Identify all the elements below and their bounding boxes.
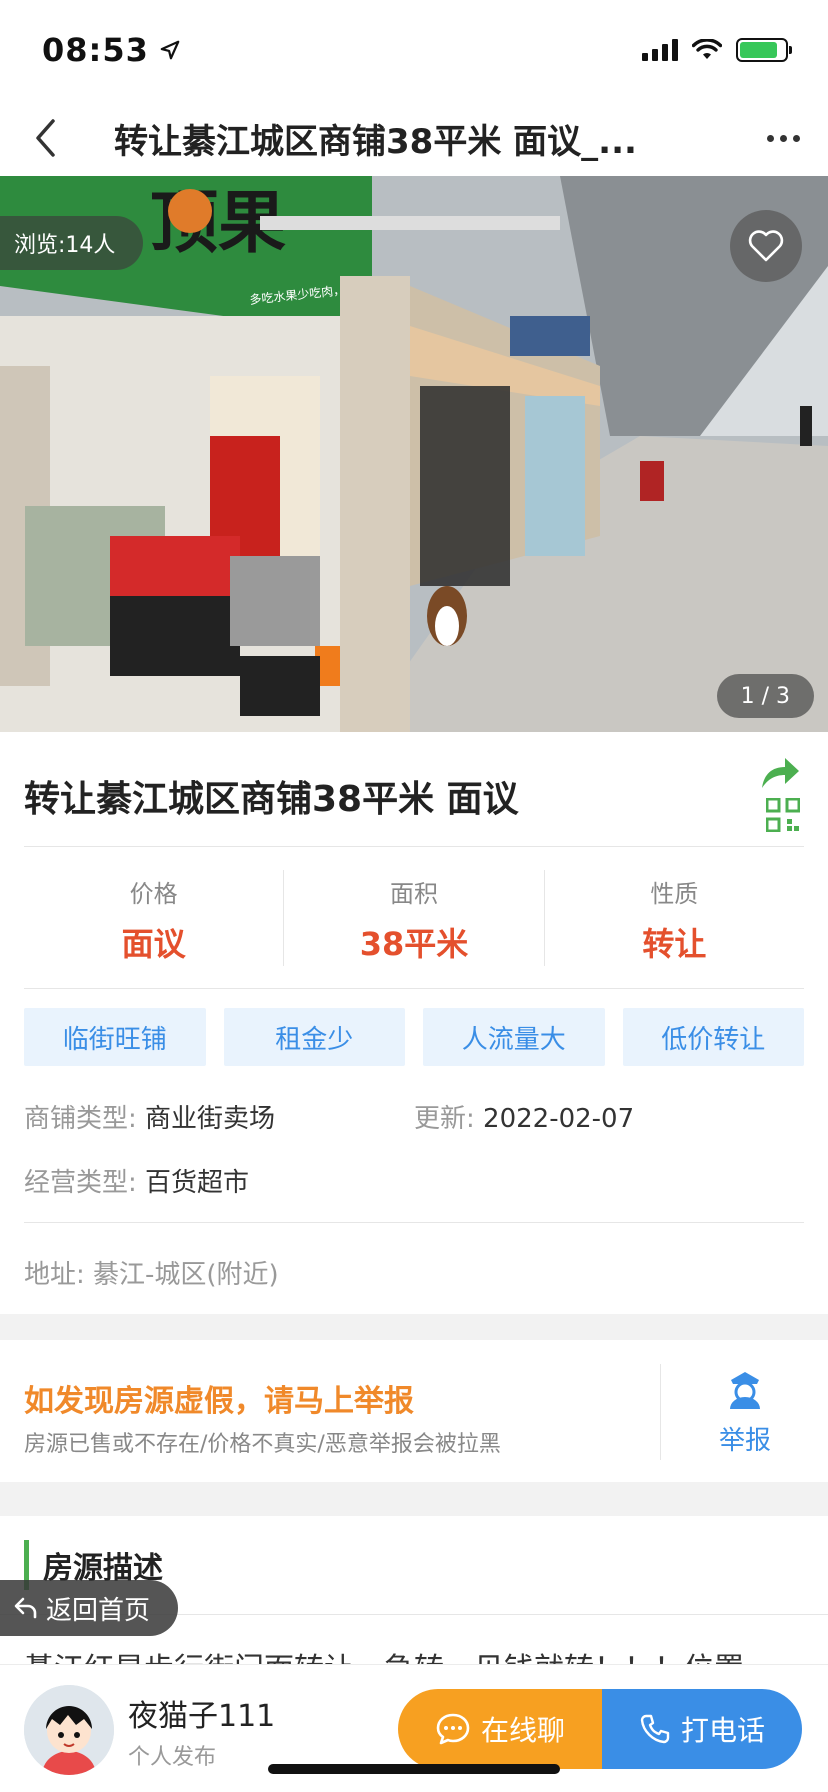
status-bar: 08:53 xyxy=(0,0,828,100)
report-button[interactable]: 举报 xyxy=(700,1368,790,1457)
back-to-home-label: 返回首页 xyxy=(46,1595,151,1626)
stat-label: 价格 xyxy=(129,880,178,908)
business-type-value: 百货超市 xyxy=(145,1168,250,1198)
page-title: 转让綦江城区商铺38平米 面议_... xyxy=(114,121,637,162)
status-time: 08:53 xyxy=(42,31,149,69)
section-separator xyxy=(0,1482,828,1516)
wifi-icon xyxy=(692,39,722,59)
report-button-label: 举报 xyxy=(718,1426,771,1456)
chevron-left-icon xyxy=(36,119,55,157)
feature-tag: 临街旺铺 xyxy=(24,1008,206,1066)
address-row[interactable]: 地址: 綦江-城区(附近) xyxy=(24,1254,279,1291)
view-count-badge: 浏览:14人 xyxy=(0,216,144,270)
phone-call-button[interactable]: 打电话 xyxy=(602,1689,802,1769)
key-stats: 价格 面议 面积 38平米 性质 转让 xyxy=(24,870,804,966)
avatar[interactable] xyxy=(24,1685,114,1775)
shop-type-row: 商铺类型: 商业街卖场 xyxy=(24,1098,275,1135)
battery-icon xyxy=(736,38,792,62)
report-section: 如发现房源虚假，请马上举报 房源已售或不存在/价格不真实/恶意举报会被拉黑 举报 xyxy=(0,1340,828,1482)
stat-nature: 性质 转让 xyxy=(545,870,804,966)
online-chat-button[interactable]: 在线聊 xyxy=(398,1689,602,1769)
stat-price: 价格 面议 xyxy=(24,870,285,966)
online-chat-label: 在线聊 xyxy=(480,1714,565,1747)
updated-row: 更新: 2022-02-07 xyxy=(414,1098,634,1135)
business-type-key: 经营类型: xyxy=(24,1168,137,1198)
stat-label: 性质 xyxy=(650,880,699,908)
heart-icon xyxy=(748,230,784,262)
feature-tag: 低价转让 xyxy=(622,1008,804,1066)
divider xyxy=(660,1364,661,1460)
feature-tag: 租金少 xyxy=(223,1008,405,1066)
listing-photo-carousel[interactable]: 顶果 多吃水果少吃肉，健康又长寿 浏览:14人 1 / 3 xyxy=(0,176,828,732)
stat-value: 面议 xyxy=(121,925,186,963)
photo-page-indicator: 1 / 3 xyxy=(716,674,814,718)
favorite-button[interactable] xyxy=(730,210,802,282)
divider xyxy=(24,1222,804,1223)
shop-type-key: 商铺类型: xyxy=(24,1104,137,1134)
section-separator xyxy=(0,1314,828,1340)
nav-bar: 转让綦江城区商铺38平米 面议_... xyxy=(0,100,828,176)
address-key: 地址: xyxy=(24,1260,85,1290)
report-subtitle: 房源已售或不存在/价格不真实/恶意举报会被拉黑 xyxy=(24,1432,501,1457)
phone-icon xyxy=(640,1714,670,1744)
share-icon[interactable] xyxy=(758,752,802,792)
business-type-row: 经营类型: 百货超市 xyxy=(24,1162,249,1199)
police-officer-icon xyxy=(730,1372,760,1409)
stat-value: 38平米 xyxy=(359,925,469,963)
avatar-cartoon xyxy=(24,1685,114,1775)
poster-type: 个人发布 xyxy=(128,1745,217,1770)
return-arrow-icon xyxy=(14,1597,37,1619)
address-value: 綦江-城区(附近) xyxy=(93,1260,279,1290)
updated-key: 更新: xyxy=(414,1104,475,1134)
cellular-signal-icon xyxy=(642,39,678,61)
back-to-home-button[interactable]: 返回首页 xyxy=(0,1580,179,1636)
phone-call-label: 打电话 xyxy=(680,1714,765,1747)
listing-title: 转让綦江城区商铺38平米 面议 xyxy=(24,779,519,820)
location-arrow-icon xyxy=(160,40,180,60)
more-options-button[interactable] xyxy=(738,100,828,176)
chat-bubble-icon xyxy=(436,1713,470,1745)
home-indicator[interactable] xyxy=(268,1764,560,1774)
divider xyxy=(24,988,804,989)
stat-area: 面积 38平米 xyxy=(284,870,545,966)
back-button[interactable] xyxy=(0,100,90,176)
qr-code-icon[interactable] xyxy=(766,798,800,832)
more-dots-icon xyxy=(766,134,774,142)
feature-tag: 人流量大 xyxy=(423,1008,605,1066)
updated-value: 2022-02-07 xyxy=(483,1104,635,1134)
report-title: 如发现房源虚假，请马上举报 xyxy=(24,1384,414,1419)
poster-name: 夜猫子111 xyxy=(128,1699,276,1734)
feature-tags: 临街旺铺 租金少 人流量大 低价转让 xyxy=(24,1008,804,1066)
shop-type-value: 商业街卖场 xyxy=(145,1104,276,1134)
divider xyxy=(24,846,804,847)
stat-value: 转让 xyxy=(642,925,707,963)
stat-label: 面积 xyxy=(389,880,438,908)
